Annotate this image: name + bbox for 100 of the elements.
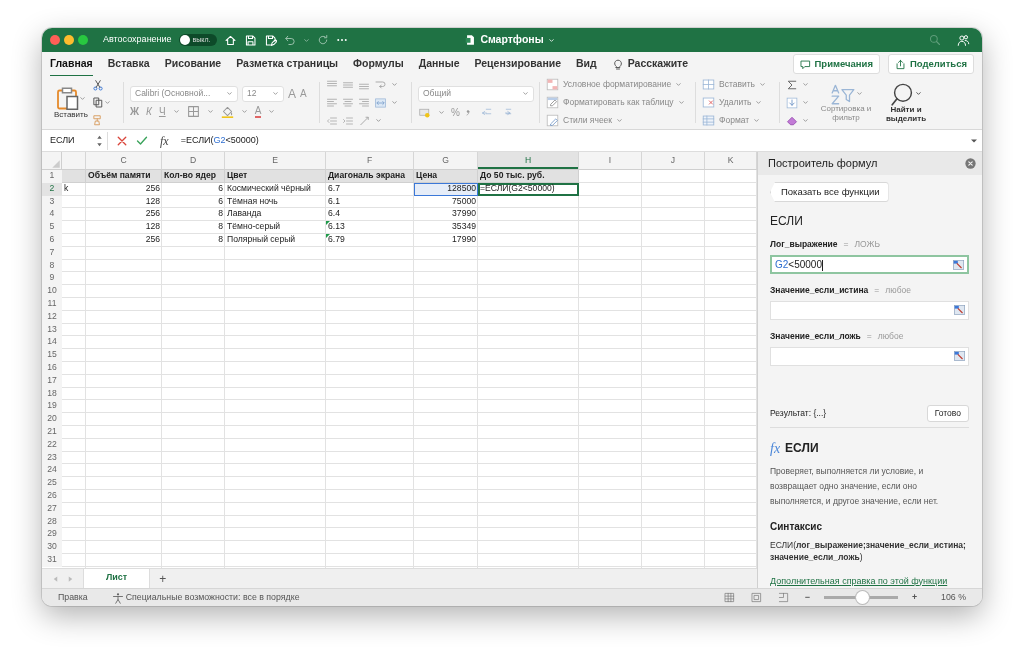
grid-cell[interactable]: 128 [86, 221, 162, 234]
range-picker-icon[interactable] [953, 259, 964, 270]
autosum-icon[interactable] [786, 78, 798, 91]
confirm-icon[interactable] [136, 134, 148, 147]
caret-icon[interactable] [268, 108, 276, 115]
column-header[interactable] [62, 152, 86, 170]
maximize-button[interactable] [78, 35, 88, 45]
grid-cell[interactable]: 8 [162, 221, 225, 234]
column-header[interactable]: I [579, 152, 642, 170]
caret-icon[interactable] [172, 108, 180, 115]
show-all-functions-button[interactable]: Показать все функции [770, 182, 889, 203]
sheet-tab[interactable]: Лист [84, 569, 150, 588]
column-header[interactable]: F [326, 152, 414, 170]
grid-cell[interactable]: 6.13 [326, 221, 414, 234]
column-header[interactable]: H [478, 152, 579, 170]
sort-filter-button[interactable]: Сортировка и фильтр [817, 82, 875, 123]
grid-cell[interactable]: 8 [162, 208, 225, 222]
caret-icon[interactable] [802, 117, 809, 124]
next-sheet-icon[interactable] [67, 574, 74, 583]
accessibility-icon[interactable] [111, 591, 124, 604]
caret-icon[interactable] [753, 117, 761, 124]
range-picker-icon[interactable] [954, 305, 965, 316]
grid-cell[interactable] [62, 170, 86, 183]
grid-cell[interactable]: 37990 [414, 208, 478, 222]
comments-button[interactable]: Примечания [792, 53, 880, 75]
close-icon[interactable] [965, 158, 976, 169]
name-box[interactable]: ЕСЛИ [44, 131, 108, 150]
grid-cell[interactable]: Космический чёрный [225, 182, 326, 196]
grid-cell[interactable]: 75000 [414, 195, 478, 209]
row-header[interactable]: 30 [42, 541, 62, 554]
column-header[interactable]: K [705, 152, 757, 170]
caret-icon[interactable] [302, 36, 310, 44]
caret-icon[interactable] [391, 99, 398, 106]
row-header[interactable]: 29 [42, 528, 62, 542]
grid-cell[interactable]: 6.79 [326, 234, 414, 247]
ribbon-tab[interactable]: Формулы [353, 51, 404, 77]
input-field[interactable] [770, 300, 969, 320]
format-as-table-button[interactable]: Форматировать как таблицу [546, 95, 685, 110]
decrease-indent-icon[interactable] [326, 114, 338, 127]
grid-cell[interactable]: =ЕСЛИ(G2<50000) [478, 182, 579, 196]
currency-format-icon[interactable] [418, 106, 432, 119]
zoom-level[interactable]: 106 % [941, 590, 966, 605]
paste-button[interactable]: Вставить [54, 85, 88, 120]
caret-icon[interactable] [802, 99, 809, 106]
caret-icon[interactable] [103, 99, 111, 106]
merge-cells-icon[interactable] [374, 96, 387, 109]
formula-text[interactable]: =ЕСЛИ(G2<50000) [180, 133, 962, 148]
grid-cell[interactable]: Объём памяти [86, 170, 162, 183]
home-icon[interactable] [223, 33, 237, 47]
grid-cell[interactable]: 256 [86, 182, 162, 196]
grid-cell[interactable]: 6 [162, 195, 225, 209]
insert-cells-button[interactable]: Вставить [702, 77, 767, 92]
increase-indent-icon[interactable] [342, 114, 354, 127]
previous-sheet-icon[interactable] [52, 574, 59, 583]
redo-icon[interactable] [316, 34, 329, 46]
caret-icon[interactable] [375, 117, 382, 124]
grid-cell[interactable]: Кол-во ядер [162, 170, 225, 183]
help-link[interactable]: Дополнительная справка по этой функции [770, 574, 948, 588]
caret-icon[interactable] [802, 81, 809, 88]
input-field[interactable] [770, 346, 969, 366]
save-as-icon[interactable] [263, 33, 277, 47]
row-header[interactable]: 25 [42, 477, 62, 490]
grid-cell[interactable]: 256 [86, 208, 162, 222]
zoom-in-button[interactable]: + [911, 590, 918, 605]
insert-function-button[interactable]: fx [160, 131, 169, 150]
cancel-icon[interactable] [116, 134, 128, 147]
ribbon-tab[interactable]: Рисование [164, 51, 222, 77]
caret-icon[interactable] [240, 108, 248, 115]
row-header[interactable]: 14 [42, 336, 62, 350]
share-button[interactable]: Поделиться [888, 53, 974, 75]
fill-down-icon[interactable] [786, 96, 798, 109]
format-painter-icon[interactable] [91, 113, 104, 126]
caret-icon[interactable] [79, 95, 87, 103]
ribbon-tab[interactable]: Разметка страницы [236, 51, 339, 77]
normal-view-icon[interactable] [723, 592, 735, 603]
ribbon-tab[interactable]: Вставка [107, 51, 150, 77]
cell-styles-button[interactable]: Стили ячеек [546, 113, 685, 128]
caret-icon[interactable] [206, 108, 214, 115]
caret-icon[interactable] [755, 99, 763, 106]
caret-icon[interactable] [272, 90, 279, 97]
column-header[interactable]: G [414, 152, 478, 170]
row-header[interactable]: 1 [42, 170, 62, 183]
grid-cell[interactable]: 6.4 [326, 208, 414, 222]
minimize-button[interactable] [64, 35, 74, 45]
wrap-text-icon[interactable] [374, 78, 387, 91]
grid-cell[interactable]: 8 [162, 234, 225, 247]
caret-icon[interactable] [226, 90, 233, 97]
grid-cell[interactable]: 6.1 [326, 195, 414, 209]
grid-cell[interactable]: 6.7 [326, 182, 414, 196]
format-cells-button[interactable]: Формат [702, 113, 767, 128]
align-left-icon[interactable] [326, 96, 338, 109]
page-layout-icon[interactable] [750, 592, 762, 603]
undo-icon[interactable] [283, 34, 296, 46]
column-header[interactable]: E [225, 152, 326, 170]
ribbon-tab[interactable]: Вид [576, 51, 597, 77]
grid-cell[interactable]: До 50 тыс. руб. [478, 170, 579, 183]
row-header[interactable]: 9 [42, 272, 62, 286]
page-break-icon[interactable] [777, 592, 789, 603]
grid-cell[interactable]: Цена [414, 170, 478, 183]
caret-icon[interactable] [438, 109, 445, 116]
